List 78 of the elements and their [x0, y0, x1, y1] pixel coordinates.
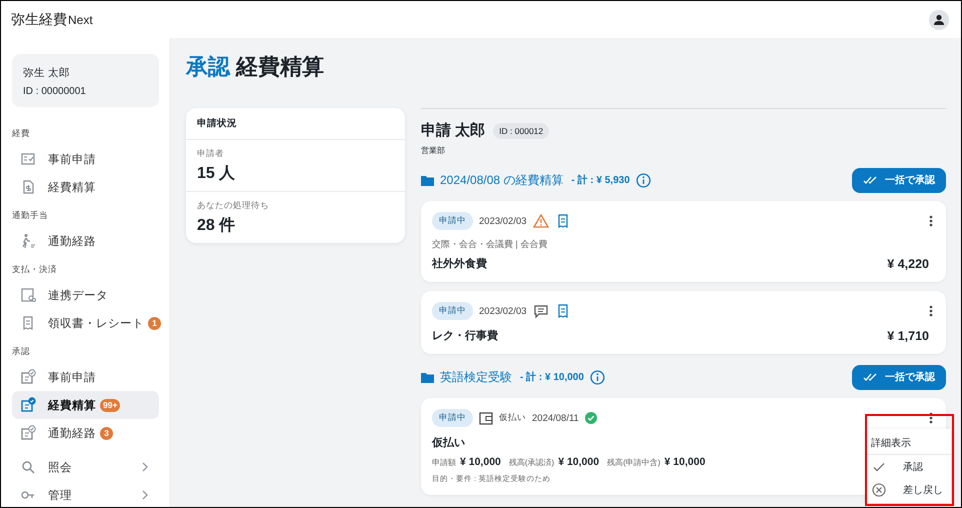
sidebar-item[interactable]: 事前申請 — [12, 145, 159, 173]
card-title: 申請状況 — [186, 108, 405, 140]
data-icon — [20, 287, 36, 303]
amount-text: ¥ 1,710 — [887, 328, 929, 342]
category-text: 交際・会合・会議費 | 会合費 — [432, 238, 548, 251]
sidebar-item[interactable]: 管理 — [12, 481, 159, 507]
sidebar-item[interactable]: 通勤経路 — [12, 227, 159, 255]
more-icon[interactable] — [929, 305, 933, 317]
status-pill: 申請中 — [432, 302, 473, 320]
more-icon[interactable] — [929, 412, 933, 424]
walker-icon — [20, 233, 36, 249]
info-icon[interactable] — [636, 172, 651, 188]
department-label: 営業部 — [421, 145, 445, 156]
status-pill: 申請中 — [432, 409, 473, 427]
sidebar-item[interactable]: 事前申請 — [12, 363, 159, 391]
count-badge: 3 — [100, 426, 113, 440]
expense-name: 社外外食費 — [432, 256, 487, 271]
folder-icon — [421, 174, 434, 186]
group-total: - 計 : ¥ 10,000 — [520, 370, 584, 384]
group-title[interactable]: 英語検定受験 — [440, 368, 512, 386]
close-circle-icon — [871, 482, 887, 498]
menu-item[interactable]: 差し戻し — [867, 478, 951, 501]
user-id: ID : 00000001 — [23, 86, 87, 97]
section-label: 承認 — [12, 346, 31, 358]
sidebar-item[interactable]: 連携データ — [12, 281, 159, 309]
section-label: 支払・決済 — [12, 264, 58, 276]
stat-label: 申請者 — [197, 148, 225, 160]
chevron-icon — [141, 462, 149, 472]
stat-value: 15 人 — [197, 164, 236, 184]
bulk-approve-button[interactable]: 一括で承認 — [852, 364, 946, 390]
expense-name: レク・行事費 — [432, 328, 498, 343]
stat-value: 28 件 — [197, 216, 236, 236]
amount-text: ¥ 10,000 — [558, 456, 600, 468]
date-text: 2023/02/03 — [479, 306, 527, 316]
section-label: 経費 — [12, 128, 31, 140]
sidebar-item[interactable]: 経費精算 — [12, 173, 159, 201]
sidebar-item[interactable]: 領収書・レシート 1 — [12, 309, 159, 337]
amount-text: ¥ 10,000 — [664, 456, 706, 468]
sidebar-item[interactable]: 経費精算 99+ — [12, 391, 159, 419]
chevron-icon — [141, 490, 149, 500]
type-label: 仮払い — [499, 412, 526, 424]
group-total: - 計 : ¥ 5,930 — [571, 174, 630, 187]
applicant-name: 申請 太郎 — [421, 121, 486, 140]
menu-item[interactable]: 承認 — [867, 455, 951, 478]
app-logo-suffix: Next — [68, 12, 93, 26]
date-text: 2023/02/03 — [479, 216, 527, 226]
count-badge: 99+ — [100, 398, 120, 412]
app-logo: 弥生経費 — [11, 10, 67, 28]
double-check-icon — [863, 372, 877, 382]
double-check-icon — [863, 176, 877, 184]
page-title-prefix: 承認 — [186, 53, 230, 81]
user-name: 弥生 太郎 — [23, 66, 71, 80]
group-title[interactable]: 2024/08/08 の経費精算 — [440, 172, 564, 188]
info-icon[interactable] — [590, 370, 605, 384]
bulk-approve-button[interactable]: 一括で承認 — [852, 168, 946, 192]
sidebar-item[interactable]: 照会 — [12, 453, 159, 481]
search-icon — [20, 459, 36, 475]
amount-label: 残高(承認済) — [508, 457, 554, 468]
stat-label: あなたの処理待ち — [197, 200, 270, 212]
wallet-icon — [479, 412, 493, 424]
document-check-icon — [20, 397, 36, 413]
sidebar-item[interactable]: 通勤経路 3 — [12, 419, 159, 447]
more-icon[interactable] — [929, 215, 933, 227]
amount-label: 申請額 — [432, 457, 456, 468]
folder-icon — [421, 372, 434, 382]
section-label: 通勤手当 — [12, 210, 49, 222]
form-icon — [20, 151, 36, 167]
amount-text: ¥ 4,220 — [887, 256, 929, 270]
form-check-icon — [20, 369, 36, 385]
expense-name: 仮払い — [432, 436, 465, 450]
amount-label: 残高(申請中含) — [607, 457, 660, 468]
walker-check-icon — [20, 425, 36, 441]
amount-text: ¥ 10,000 — [460, 456, 501, 468]
status-pill: 申請中 — [432, 212, 473, 230]
page-title: 経費精算 — [236, 53, 324, 81]
count-badge: 1 — [148, 316, 161, 330]
applicant-id: ID : 000012 — [493, 122, 550, 138]
date-text: 2024/08/11 — [532, 412, 579, 424]
